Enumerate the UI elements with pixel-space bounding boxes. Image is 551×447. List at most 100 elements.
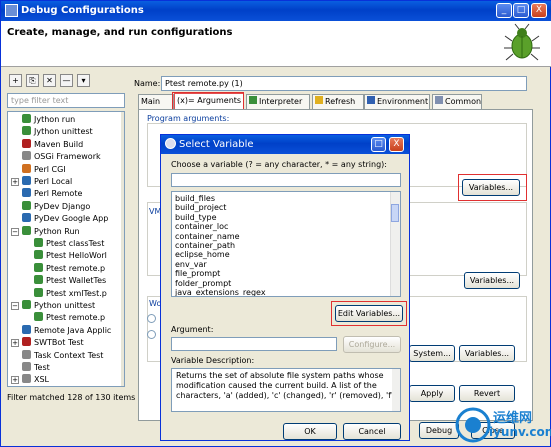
tab-refresh[interactable]: Refresh <box>312 94 364 109</box>
dialog-close-button[interactable]: X <box>389 137 404 152</box>
minimize-button[interactable]: _ <box>496 3 512 18</box>
tree-item[interactable]: Python unittest <box>22 300 95 312</box>
debug-configurations-window: Debug Configurations _ □ X Create, manag… <box>0 0 551 447</box>
config-tree[interactable]: Jython run Jython unittest Maven Build OSGi… <box>7 111 125 387</box>
header-banner: Create, manage, and run configurations <box>1 21 551 67</box>
cancel-button[interactable]: Cancel <box>343 423 401 440</box>
tree-item[interactable]: Python Run <box>22 225 80 238</box>
interpreter-icon <box>249 96 257 104</box>
tree-item[interactable]: Perl Remote <box>22 188 82 200</box>
variable-list-item[interactable]: build_type <box>175 213 217 223</box>
duplicate-icon[interactable]: ⎘ <box>26 74 39 87</box>
apply-button[interactable]: Apply <box>409 385 455 402</box>
delete-icon[interactable]: ✕ <box>43 74 56 87</box>
tree-item[interactable]: Ptest remote.p <box>34 312 105 324</box>
tree-item[interactable]: OSGi Framework <box>22 151 101 163</box>
tree-item-label: Jython run <box>34 115 76 124</box>
launch-config-icon <box>34 262 43 272</box>
name-input[interactable]: Ptest remote.py (1) <box>161 76 527 91</box>
list-scroll-thumb[interactable] <box>391 204 399 222</box>
tree-item[interactable]: Perl CGI <box>22 163 66 176</box>
tree-item[interactable]: PyDev Django <box>22 200 90 213</box>
tree-item-label: Jython unittest <box>34 127 93 137</box>
collapse-icon[interactable]: — <box>60 74 73 87</box>
tree-expander-icon[interactable]: − <box>11 227 19 236</box>
tree-item-label: Remote Java Applic <box>34 325 112 335</box>
tree-item[interactable]: Ptest HelloWorl <box>34 250 107 262</box>
default-dir-radio[interactable] <box>147 314 156 323</box>
launch-config-icon <box>22 126 31 136</box>
revert-button[interactable]: Revert <box>459 385 515 402</box>
tree-item[interactable]: Task Context Test <box>22 349 104 362</box>
configure-button[interactable]: Configure... <box>343 336 401 353</box>
variable-list-item[interactable]: file_prompt <box>175 269 220 279</box>
description-scrollbar[interactable] <box>392 369 400 411</box>
tree-item[interactable]: Perl Local <box>22 176 72 188</box>
launch-config-icon <box>22 151 31 161</box>
variable-list-item[interactable]: container_loc <box>175 222 228 232</box>
tree-item-label: PyDev Google App <box>34 214 109 224</box>
maximize-button[interactable]: □ <box>513 3 529 18</box>
variable-list-item[interactable]: java_extensions_regex <box>175 288 266 296</box>
tree-expander-icon[interactable]: + <box>11 376 19 385</box>
tree-item-label: Perl CGI <box>34 164 66 174</box>
tree-expander-icon[interactable]: − <box>11 302 19 310</box>
choose-variable-label: Choose a variable (? = any character, * … <box>171 160 387 169</box>
tree-item[interactable]: Test <box>22 362 50 374</box>
tree-item[interactable]: Remote Java Applic <box>22 324 112 337</box>
tab-interpreter[interactable]: Interpreter <box>246 94 310 109</box>
variable-filter-input[interactable] <box>171 173 401 187</box>
vm-variables-button[interactable]: Variables... <box>464 272 520 289</box>
tree-item[interactable]: Ptest remote.p <box>34 262 106 275</box>
variable-list-item[interactable]: container_name <box>175 232 240 242</box>
tree-item[interactable]: PyDev Google App <box>22 213 108 225</box>
new-config-icon[interactable]: + <box>9 74 22 87</box>
tree-item[interactable]: Maven Build <box>22 138 84 151</box>
tree-item-label: Python unittest <box>34 301 96 310</box>
tab-common[interactable]: Common <box>432 94 482 109</box>
tree-expander-icon[interactable]: + <box>11 178 19 186</box>
tree-item-label: Ptest remote.p <box>46 263 106 273</box>
bug-icon <box>504 23 540 61</box>
dir-variables-button[interactable]: Variables... <box>459 345 515 362</box>
close-window-button[interactable]: X <box>531 3 547 18</box>
tree-item[interactable]: XSL <box>22 374 49 386</box>
variable-list-item[interactable]: build_project <box>175 203 226 213</box>
tree-scrollbar[interactable] <box>121 112 124 386</box>
launch-config-icon <box>34 287 43 297</box>
filter-icon[interactable]: ▾ <box>77 74 90 87</box>
launch-config-icon <box>22 324 31 334</box>
tree-item[interactable]: Ptest WalletTes <box>34 275 106 287</box>
variable-list-item[interactable]: folder_prompt <box>175 279 231 289</box>
tree-item-label: Task Context Test <box>34 350 104 360</box>
file-system-button[interactable]: System... <box>409 345 455 362</box>
launch-config-icon <box>34 238 43 247</box>
launch-config-icon <box>22 138 31 148</box>
tree-item-label: Maven Build <box>34 139 84 149</box>
variable-list[interactable]: java_extensions_regex folder_prompt file_p… <box>171 191 401 297</box>
tree-item[interactable]: Ptest xmlTest.p <box>34 287 107 300</box>
select-variable-dialog: Select Variable □ X Choose a variable (?… <box>160 134 410 441</box>
tree-expander-icon[interactable]: + <box>11 339 19 348</box>
variable-list-item[interactable]: container_path <box>175 241 235 251</box>
filter-input[interactable]: type filter text <box>7 93 125 108</box>
argument-label: Argument: <box>171 325 214 334</box>
environment-icon <box>367 96 375 104</box>
name-label: Name: <box>134 79 161 88</box>
dialog-maximize-button[interactable]: □ <box>371 137 386 152</box>
tree-item[interactable]: SWTBot Test <box>22 337 84 349</box>
tab-environment[interactable]: Environment <box>364 94 430 109</box>
variable-list-item[interactable]: eclipse_home <box>175 250 230 260</box>
watermark-globe-icon <box>455 407 491 443</box>
tree-item[interactable]: Ptest classTest <box>34 238 104 250</box>
argument-input[interactable] <box>171 337 337 351</box>
tab-main[interactable]: Main <box>138 94 174 109</box>
launch-config-icon <box>34 250 43 260</box>
variable-list-item[interactable]: build_files <box>175 194 215 204</box>
ok-button[interactable]: OK <box>283 423 337 440</box>
tree-item-label: Ptest WalletTes <box>46 276 107 286</box>
tree-item[interactable]: Jython run <box>22 114 75 126</box>
tree-item[interactable]: Jython unittest <box>22 126 93 138</box>
other-dir-radio[interactable] <box>147 330 156 339</box>
variable-list-item[interactable]: env_var <box>175 260 207 270</box>
